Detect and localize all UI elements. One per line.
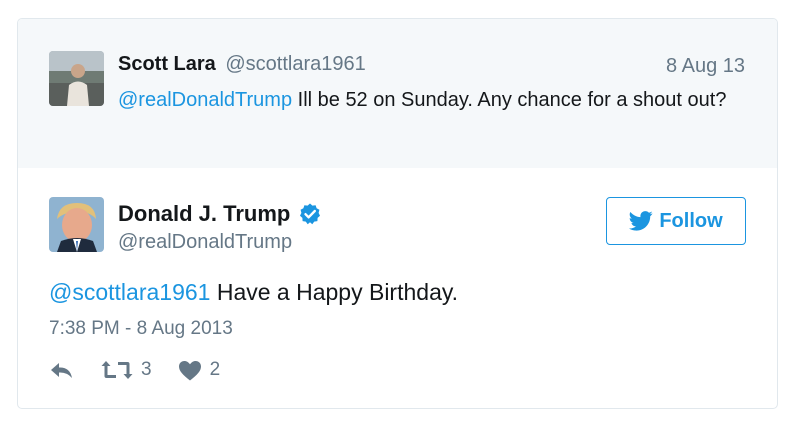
like-button[interactable]: 2 bbox=[178, 359, 221, 381]
tweet-author-name[interactable]: Donald J. Trump bbox=[118, 201, 290, 227]
tweet-author: Donald J. Trump bbox=[118, 201, 322, 227]
tweet-actions: 3 2 bbox=[49, 359, 246, 381]
mention-link[interactable]: @realDonaldTrump bbox=[118, 89, 292, 111]
tweet-author-handle[interactable]: @realDonaldTrump bbox=[118, 231, 292, 254]
mention-link[interactable]: @scottlara1961 bbox=[49, 279, 210, 305]
reply-author-handle[interactable]: @scottlara1961 bbox=[225, 53, 365, 75]
avatar[interactable] bbox=[49, 51, 104, 106]
reply-text: @realDonaldTrump Ill be 52 on Sunday. An… bbox=[118, 85, 738, 115]
tweet-text-body: Have a Happy Birthday. bbox=[210, 279, 459, 305]
follow-button[interactable]: Follow bbox=[606, 197, 746, 245]
avatar[interactable] bbox=[49, 197, 104, 252]
in-reply-to-tweet[interactable]: Scott Lara @scottlara1961 8 Aug 13 @real… bbox=[18, 19, 777, 168]
retweet-icon bbox=[101, 361, 133, 379]
like-count: 2 bbox=[209, 359, 221, 380]
reply-author: Scott Lara @scottlara1961 bbox=[118, 53, 366, 76]
retweet-button[interactable]: 3 bbox=[101, 359, 152, 381]
reply-author-name[interactable]: Scott Lara bbox=[118, 53, 216, 75]
reply-button[interactable] bbox=[49, 360, 75, 380]
retweet-count: 3 bbox=[141, 359, 152, 380]
reply-icon bbox=[51, 363, 72, 378]
reply-text-body: Ill be 52 on Sunday. Any chance for a sh… bbox=[292, 89, 727, 111]
heart-icon bbox=[178, 360, 201, 380]
tweet-text: @scottlara1961 Have a Happy Birthday. bbox=[49, 279, 458, 306]
embedded-tweet-card: Scott Lara @scottlara1961 8 Aug 13 @real… bbox=[17, 18, 778, 409]
reply-date[interactable]: 8 Aug 13 bbox=[666, 55, 745, 78]
verified-badge-icon bbox=[300, 203, 321, 225]
twitter-bird-icon bbox=[629, 211, 653, 231]
tweet-timestamp[interactable]: 7:38 PM - 8 Aug 2013 bbox=[49, 318, 233, 340]
follow-button-label: Follow bbox=[659, 209, 723, 232]
